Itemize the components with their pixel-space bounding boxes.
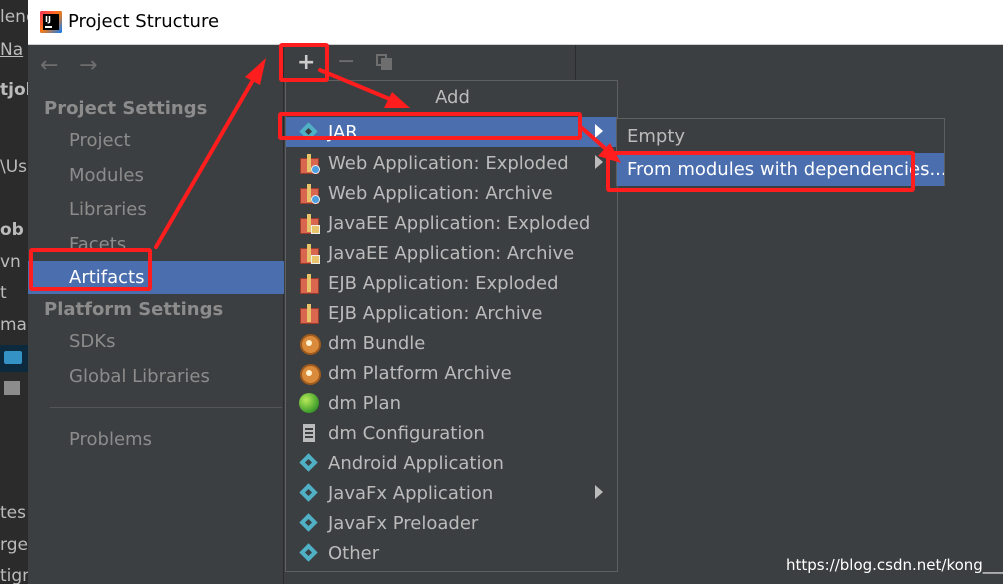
sidebar-item-project[interactable]: Project: [28, 124, 284, 157]
menu-item-label: dm Configuration: [328, 422, 485, 444]
menu-item-dm-configuration[interactable]: dm Configuration: [286, 418, 617, 448]
menu-item-android-application[interactable]: Android Application: [286, 448, 617, 478]
bg-text: tes: [0, 503, 26, 523]
diamond-icon: [298, 512, 320, 534]
add-artifact-menu: Add JAR Web Application: Exploded Web Ap…: [285, 80, 618, 572]
annotation-box-artifacts: [29, 248, 152, 291]
menu-item-label: dm Bundle: [328, 332, 426, 354]
menu-item-other[interactable]: Other: [286, 538, 617, 568]
bg-text: ob: [0, 220, 24, 240]
menu-header: Add: [435, 87, 470, 108]
menu-item-ejb-exploded[interactable]: EJB Application: Exploded: [286, 268, 617, 298]
diamond-icon: [298, 452, 320, 474]
diamond-icon: [298, 482, 320, 504]
menu-item-dm-platform-archive[interactable]: dm Platform Archive: [286, 358, 617, 388]
menu-item-web-archive[interactable]: Web Application: Archive: [286, 178, 617, 208]
menu-item-label: dm Platform Archive: [328, 362, 512, 384]
menu-item-dm-bundle[interactable]: dm Bundle: [286, 328, 617, 358]
annotation-box-jar: [278, 112, 582, 140]
bg-text: Na: [0, 40, 24, 60]
globe-icon: [298, 392, 320, 414]
menu-item-label: Web Application: Archive: [328, 182, 553, 204]
bg-text: \Us: [0, 157, 28, 177]
window-title: Project Structure: [68, 11, 220, 32]
left-arrow-icon[interactable]: ←: [40, 53, 58, 78]
folder-icon: [4, 351, 22, 364]
menu-item-label: dm Plan: [328, 392, 401, 414]
title-bar[interactable]: IJ Project Structure: [28, 0, 1003, 45]
toolbar-divider: [575, 45, 576, 83]
gift-ejb-icon: [298, 302, 320, 324]
bundle-icon: [298, 332, 321, 355]
background-ide-window: lenc Na tjol \Us ob vn t ma tes rget tig…: [0, 0, 28, 584]
menu-item-label: JavaFx Application: [328, 482, 494, 504]
sidebar-item-global-libraries[interactable]: Global Libraries: [28, 360, 284, 393]
menu-item-label: Other: [328, 542, 380, 564]
submenu-item-empty[interactable]: Empty: [617, 120, 944, 153]
project-settings-heading: Project Settings: [44, 98, 208, 119]
config-file-icon: [298, 422, 320, 444]
gift-ejb-icon: [298, 272, 320, 294]
menu-item-javafx-application[interactable]: JavaFx Application: [286, 478, 617, 508]
bg-text: vn: [0, 252, 21, 272]
diamond-icon: [298, 542, 320, 564]
bg-selected-row: [0, 345, 28, 372]
menu-item-javaee-exploded[interactable]: JavaEE Application: Exploded: [286, 208, 617, 238]
watermark-text: https://blog.csdn.net/kong___: [786, 556, 1003, 574]
bg-text: ma: [0, 315, 27, 335]
sidebar-item-problems[interactable]: Problems: [28, 423, 284, 456]
menu-item-label: JavaEE Application: Archive: [328, 242, 575, 264]
menu-item-dm-plan[interactable]: dm Plan: [286, 388, 617, 418]
bg-text: t: [0, 283, 7, 303]
menu-item-javafx-preloader[interactable]: JavaFx Preloader: [286, 508, 617, 538]
submenu-arrow-icon: [595, 124, 603, 138]
gift-javaee-icon: [298, 242, 320, 264]
menu-item-javaee-archive[interactable]: JavaEE Application: Archive: [286, 238, 617, 268]
remove-button[interactable]: −: [337, 49, 355, 74]
copy-icon[interactable]: [376, 54, 392, 70]
submenu-arrow-icon: [595, 485, 603, 499]
menu-item-label: Web Application: Exploded: [328, 152, 569, 174]
bg-text: tign: [0, 566, 28, 584]
menu-item-label: Android Application: [328, 452, 504, 474]
gift-web-icon: [298, 152, 320, 174]
bg-text: tjol: [0, 80, 28, 100]
menu-item-label: JavaFx Preloader: [328, 512, 479, 534]
sidebar-item-sdks[interactable]: SDKs: [28, 325, 284, 358]
submenu-arrow-icon: [595, 155, 603, 169]
menu-item-label: JavaEE Application: Exploded: [328, 212, 591, 234]
menu-item-ejb-archive[interactable]: EJB Application: Archive: [286, 298, 617, 328]
annotation-box-add: [279, 43, 329, 82]
intellij-idea-icon: IJ: [40, 11, 62, 33]
annotation-box-from-modules: [606, 151, 915, 192]
bundle-archive-icon: [298, 362, 321, 385]
bg-text: rget: [0, 535, 28, 555]
gift-web-icon: [298, 182, 320, 204]
menu-item-label: EJB Application: Archive: [328, 302, 543, 324]
sidebar-divider: [50, 407, 282, 408]
menu-item-web-exploded[interactable]: Web Application: Exploded: [286, 148, 617, 178]
menu-item-label: EJB Application: Exploded: [328, 272, 559, 294]
gift-javaee-icon: [298, 212, 320, 234]
bg-text: lenc: [0, 7, 28, 27]
sidebar: ← → Project Settings Project Modules Lib…: [28, 45, 284, 584]
sidebar-item-modules[interactable]: Modules: [28, 159, 284, 192]
platform-settings-heading: Platform Settings: [44, 299, 224, 320]
right-arrow-icon[interactable]: →: [79, 53, 97, 78]
sidebar-item-libraries[interactable]: Libraries: [28, 193, 284, 226]
file-icon: [4, 381, 20, 395]
